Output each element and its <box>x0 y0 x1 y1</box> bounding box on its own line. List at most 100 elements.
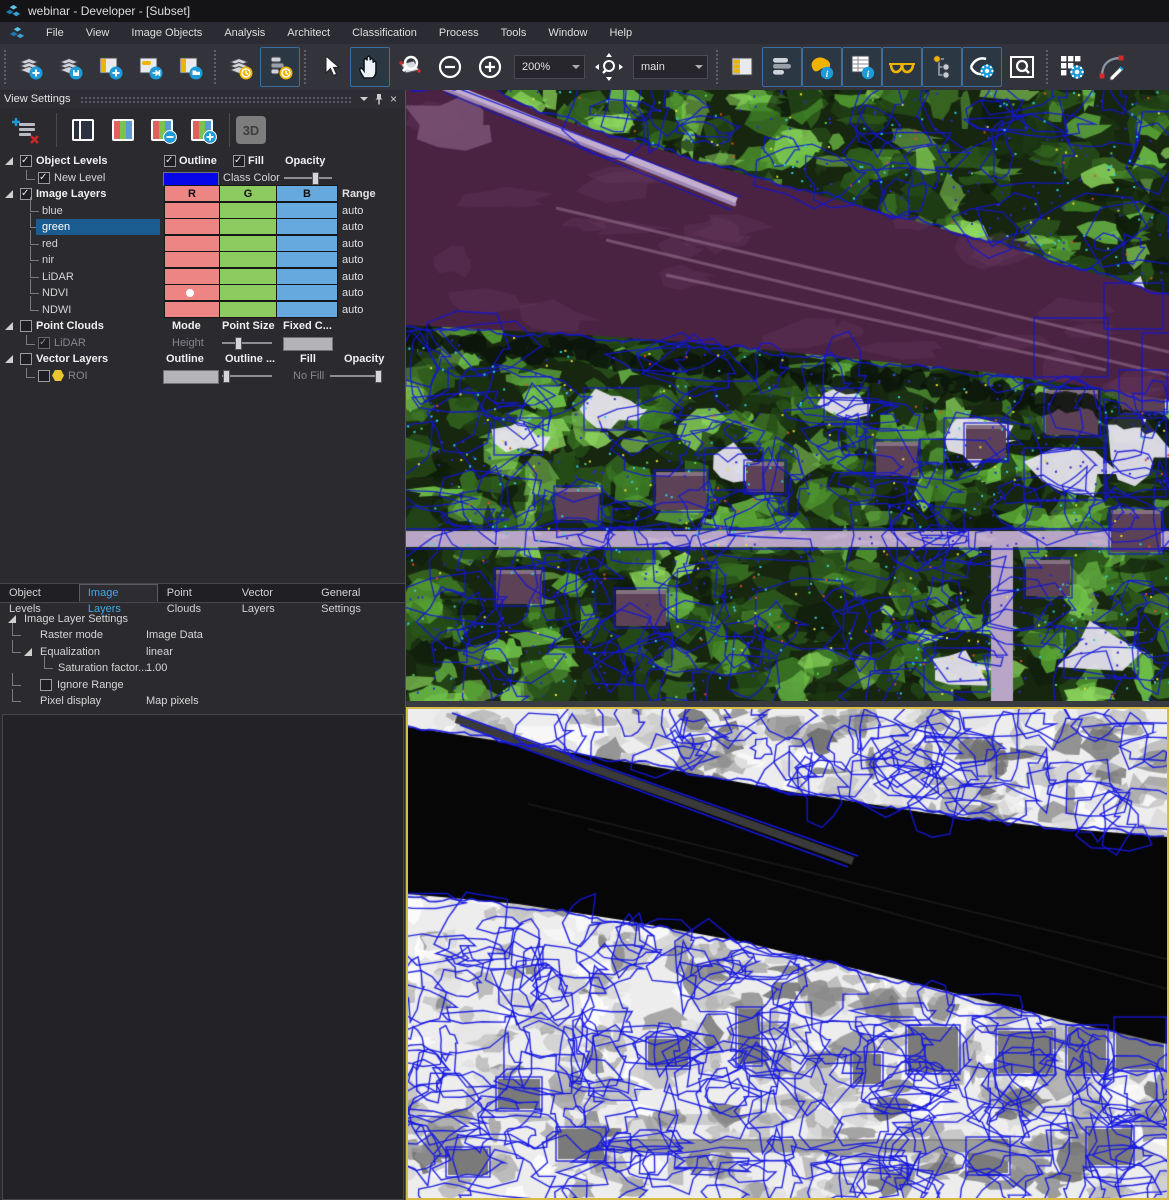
toolbar-grip[interactable] <box>212 48 218 86</box>
menu-architect[interactable]: Architect <box>276 22 341 44</box>
mode-value[interactable]: Height <box>172 335 204 351</box>
channel-cell-g[interactable] <box>219 235 277 252</box>
class-legend-button[interactable]: i <box>802 47 842 87</box>
tree-row-new-level[interactable]: New Level Class Color <box>0 170 405 186</box>
channel-cell-g[interactable] <box>219 301 277 318</box>
roi-opacity-slider[interactable] <box>330 375 382 377</box>
menu-analysis[interactable]: Analysis <box>213 22 276 44</box>
pan-tool-button[interactable] <box>350 47 390 87</box>
new-level-checkbox[interactable] <box>38 172 50 184</box>
channel-cell-r[interactable] <box>164 235 220 252</box>
point-clouds-checkbox[interactable] <box>20 320 32 332</box>
show-classification-button[interactable] <box>882 47 922 87</box>
settings-row-equalization[interactable]: Equalization linear <box>0 644 405 660</box>
tree-row-point-clouds[interactable]: Point Clouds Mode Point Size Fixed C... <box>0 318 405 334</box>
expander-icon[interactable] <box>5 157 13 165</box>
roi-outline-color-swatch[interactable] <box>163 370 219 384</box>
expander-icon[interactable] <box>5 190 13 198</box>
outline-checkbox[interactable] <box>164 155 176 167</box>
channel-cell-b[interactable] <box>276 268 338 285</box>
ignore-range-checkbox[interactable] <box>40 679 52 691</box>
zoom-out-button[interactable] <box>430 47 470 87</box>
channel-marker-dot[interactable] <box>186 289 194 297</box>
workspace-settings-button[interactable] <box>1052 47 1092 87</box>
tree-row-image-layers[interactable]: Image Layers R G B Range <box>0 186 405 202</box>
layer-row-blue[interactable]: blue auto <box>0 203 405 219</box>
tab-image-layers[interactable]: Image Layers <box>79 584 158 602</box>
channel-cell-r[interactable] <box>164 301 220 318</box>
previous-layer-button[interactable] <box>143 111 183 149</box>
channel-cell-b[interactable] <box>276 202 338 219</box>
expander-icon[interactable] <box>5 355 13 363</box>
channel-cell-r[interactable] <box>164 268 220 285</box>
expander-icon[interactable] <box>8 615 16 623</box>
raster-mode-value[interactable]: Image Data <box>146 627 203 643</box>
layer-row-green[interactable]: green auto <box>0 219 405 235</box>
range-value[interactable]: auto <box>342 236 363 252</box>
map-view-top[interactable] <box>406 90 1169 701</box>
fill-checkbox[interactable] <box>233 155 245 167</box>
single-layer-view-button[interactable] <box>63 111 103 149</box>
pin-icon[interactable] <box>371 92 386 107</box>
toolbar-grip[interactable] <box>714 48 720 86</box>
layer-row-nir[interactable]: nir auto <box>0 252 405 268</box>
3d-view-button[interactable]: 3D <box>236 116 266 144</box>
settings-row-saturation[interactable]: Saturation factor... 1.00 <box>0 660 405 676</box>
channel-cell-g[interactable] <box>219 251 277 268</box>
view-settings-button[interactable] <box>762 47 802 87</box>
panel-menu-chevron-icon[interactable] <box>356 92 371 107</box>
tab-vector-layers[interactable]: Vector Layers <box>233 584 312 602</box>
image-object-information-button[interactable]: i <box>842 47 882 87</box>
outline-width-slider[interactable] <box>222 375 272 377</box>
vector-layers-checkbox[interactable] <box>20 353 32 365</box>
channel-cell-b[interactable] <box>276 301 338 318</box>
menu-help[interactable]: Help <box>598 22 643 44</box>
layer-row-ndwi[interactable]: NDWI auto <box>0 302 405 318</box>
tree-row-point-cloud-lidar[interactable]: LiDAR Height <box>0 335 405 351</box>
layer-row-lidar[interactable]: LiDAR auto <box>0 269 405 285</box>
channel-cell-r[interactable] <box>164 251 220 268</box>
view-settings-gear-button[interactable] <box>962 47 1002 87</box>
channel-cell-g[interactable] <box>219 268 277 285</box>
equalization-value[interactable]: linear <box>146 644 173 660</box>
active-map-combobox[interactable]: main <box>633 55 708 79</box>
pixel-display-value[interactable]: Map pixels <box>146 693 199 709</box>
edit-polygon-button[interactable] <box>1092 47 1132 87</box>
tree-row-roi[interactable]: ROI No Fill <box>0 368 405 384</box>
view-history-button[interactable] <box>260 47 300 87</box>
menu-classification[interactable]: Classification <box>341 22 428 44</box>
roi-checkbox[interactable] <box>38 370 50 382</box>
panel-drag-grip[interactable] <box>80 96 352 103</box>
window-layout-button[interactable] <box>722 47 762 87</box>
menu-view[interactable]: View <box>75 22 121 44</box>
roi-fill-value[interactable]: No Fill <box>293 368 324 384</box>
opacity-slider[interactable] <box>284 177 332 179</box>
menu-image-objects[interactable]: Image Objects <box>120 22 213 44</box>
menu-file[interactable]: File <box>35 22 75 44</box>
expander-icon[interactable] <box>24 648 32 656</box>
tree-row-object-levels[interactable]: Object Levels Outline Fill Opacity <box>0 153 405 169</box>
menu-tools[interactable]: Tools <box>490 22 538 44</box>
saturation-factor-value[interactable]: 1.00 <box>146 660 167 676</box>
map-view-bottom[interactable] <box>406 707 1169 1200</box>
zoom-in-button[interactable] <box>470 47 510 87</box>
tab-general-settings[interactable]: General Settings <box>312 584 405 602</box>
import-scene-button[interactable] <box>130 47 170 87</box>
three-layer-mix-button[interactable] <box>103 111 143 149</box>
add-map-button[interactable] <box>90 47 130 87</box>
layers-history-button[interactable] <box>220 47 260 87</box>
column-header-g[interactable]: G <box>219 185 277 202</box>
layer-row-ndvi[interactable]: NDVI auto <box>0 285 405 301</box>
toolbar-grip[interactable] <box>1044 48 1050 86</box>
channel-cell-b[interactable] <box>276 251 338 268</box>
channel-cell-r[interactable] <box>164 202 220 219</box>
channel-cell-b[interactable] <box>276 284 338 301</box>
toolbar-grip[interactable] <box>2 48 8 86</box>
navigate-view-button[interactable] <box>589 47 629 87</box>
range-value[interactable]: auto <box>342 302 363 318</box>
close-icon[interactable]: × <box>386 92 401 107</box>
channel-cell-b[interactable] <box>276 235 338 252</box>
image-object-tree-button[interactable] <box>922 47 962 87</box>
range-value[interactable]: auto <box>342 203 363 219</box>
range-value[interactable]: auto <box>342 219 363 235</box>
